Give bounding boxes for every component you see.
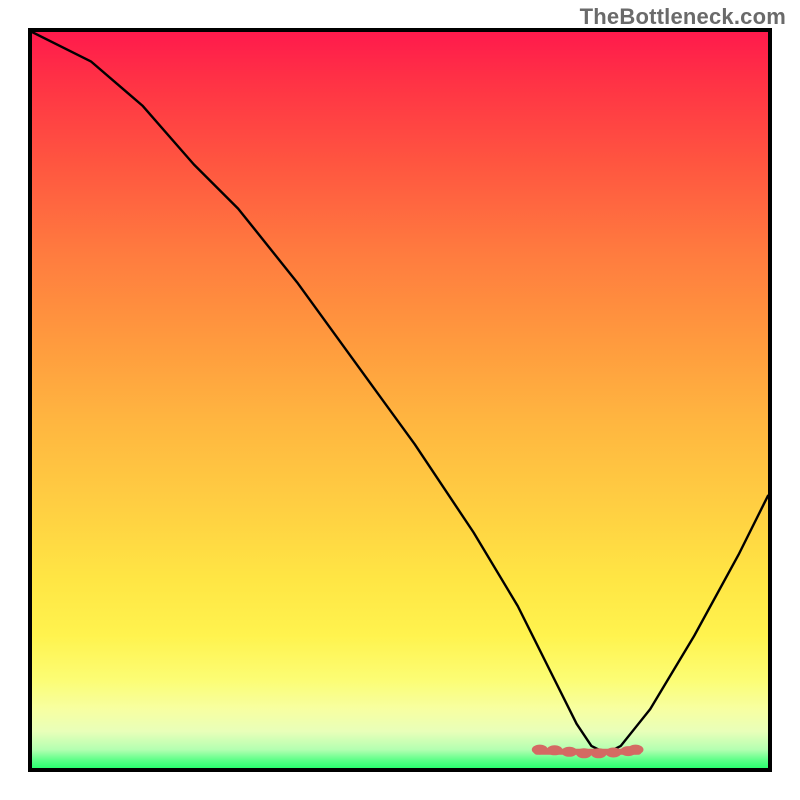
attribution-text: TheBottleneck.com <box>580 4 786 30</box>
optimal-marker <box>561 747 577 757</box>
optimal-marker <box>547 745 563 755</box>
optimal-marker <box>576 748 592 758</box>
chart-frame <box>28 28 772 772</box>
optimal-marker <box>532 745 548 755</box>
optimal-marker <box>605 748 621 758</box>
optimal-marker <box>591 748 607 758</box>
optimal-region-markers <box>532 745 644 759</box>
bottleneck-curve-line <box>32 32 768 753</box>
optimal-marker <box>628 745 644 755</box>
chart-overlay-svg <box>32 32 768 768</box>
